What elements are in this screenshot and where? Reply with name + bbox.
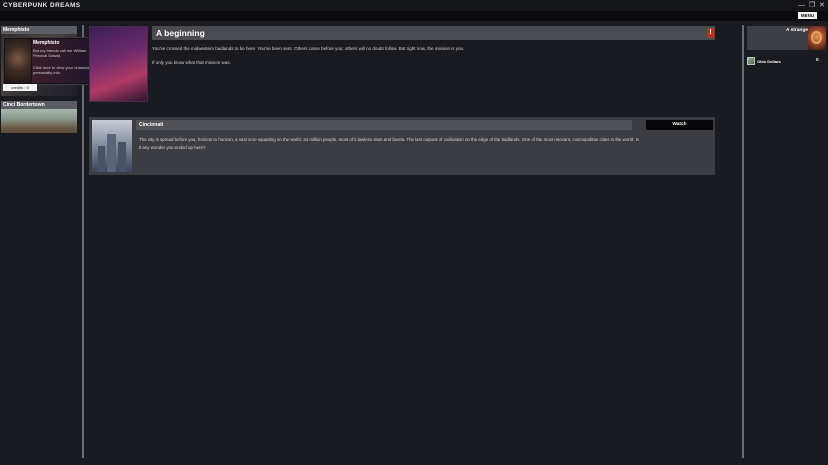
character-card-name: Memphisto <box>33 40 60 46</box>
location-tab-memphisto[interactable]: Memphisto <box>1 26 77 34</box>
right-divider <box>742 25 744 458</box>
choice-image <box>92 120 132 172</box>
menu-bar <box>0 11 828 21</box>
character-portrait <box>5 39 31 83</box>
story-header-bar <box>152 26 715 40</box>
choice-title: Cincinnati <box>139 122 164 128</box>
close-button[interactable]: ✕ <box>819 1 825 10</box>
inventory-item-name: Ohio Dollars <box>757 59 781 64</box>
story-paragraph-2: If only you know what that mission was. <box>152 60 231 65</box>
inventory-item-count: 0 <box>816 58 819 63</box>
left-divider <box>82 25 84 458</box>
location-tab-cinci-bordertown[interactable]: Cinci Bordertown <box>1 101 77 109</box>
warning-icon[interactable]: ! <box>707 28 714 38</box>
choice-description: The city is spread before you, horizon t… <box>139 137 639 150</box>
menu-button[interactable]: MENU <box>798 12 817 19</box>
title-bar <box>0 0 828 11</box>
minimize-button[interactable]: — <box>798 1 805 10</box>
app-title: CYBERPUNK DREAMS <box>3 2 81 9</box>
location-image-cinci-bordertown[interactable] <box>1 109 77 133</box>
story-title: A beginning <box>156 28 205 38</box>
choice-header-bar <box>136 120 632 130</box>
story-illustration <box>89 26 148 102</box>
story-paragraph-1: You've crossed the midwestern badlands t… <box>152 46 465 51</box>
currency-icon <box>747 57 755 65</box>
restore-button[interactable]: ❐ <box>809 1 815 10</box>
portrait-ring <box>811 31 822 44</box>
character-name: A stranger <box>786 28 810 33</box>
watch-button[interactable]: Watch <box>646 120 713 130</box>
credits-button[interactable]: credits : 0 <box>3 84 37 91</box>
character-portrait-right[interactable] <box>808 26 826 50</box>
